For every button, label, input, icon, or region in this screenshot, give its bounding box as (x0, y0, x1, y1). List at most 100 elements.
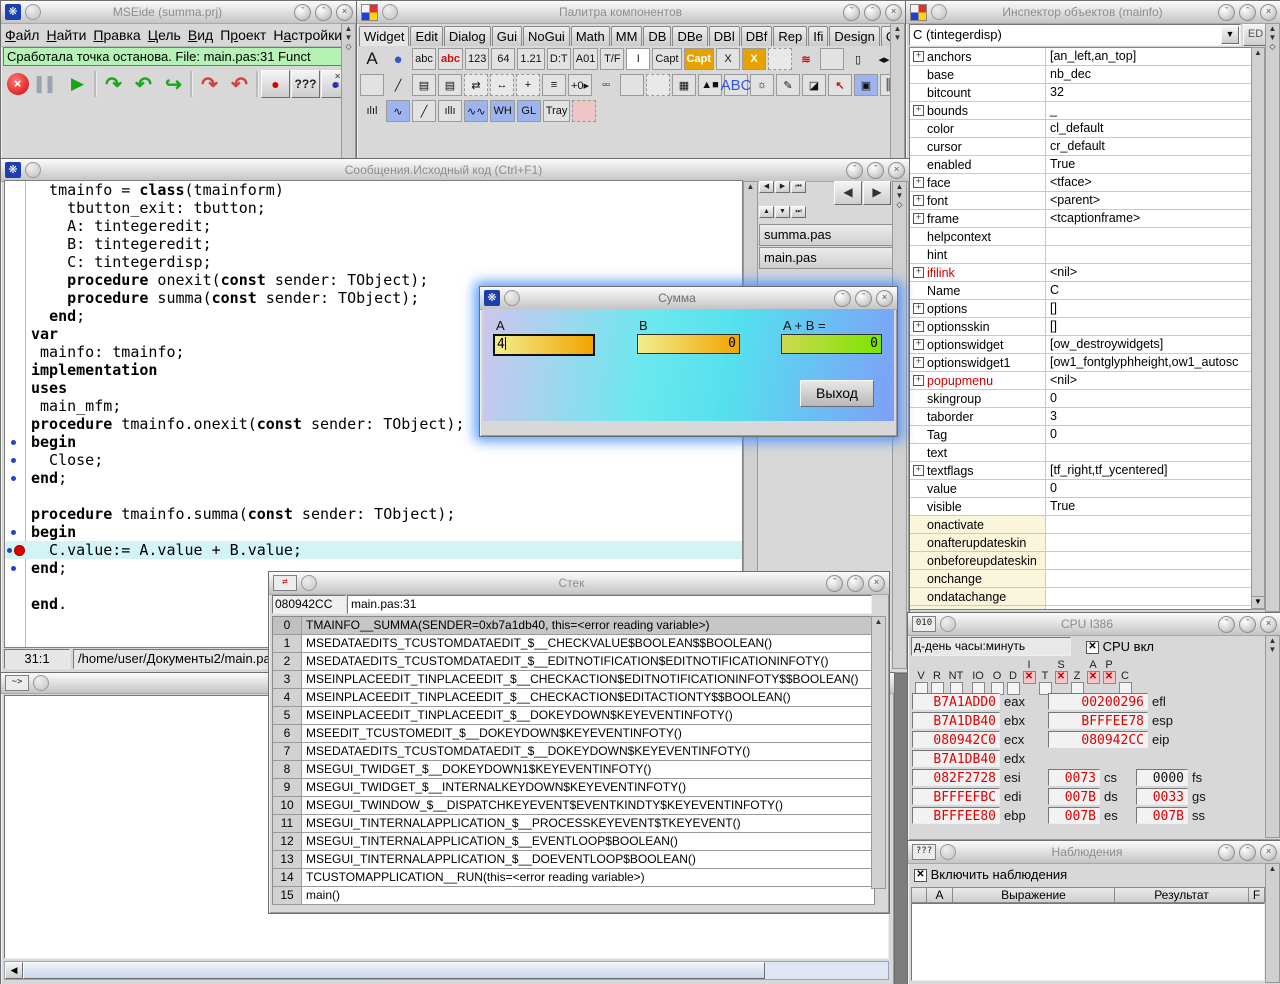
property-value[interactable] (1046, 552, 1264, 569)
minimize-icon[interactable]: ˇ (846, 162, 863, 179)
property-row[interactable]: bitcount32 (910, 84, 1264, 102)
expand-icon[interactable]: + (913, 51, 924, 62)
property-row[interactable]: onchange (910, 570, 1264, 588)
stop-button[interactable]: × (3, 70, 32, 98)
scroll-left-icon[interactable]: ◀ (5, 962, 23, 979)
expand-icon[interactable]: + (913, 303, 924, 314)
run-to-cursor-button[interactable]: ↷ (195, 70, 224, 98)
label-widget-icon[interactable]: A (360, 48, 384, 70)
field-b-input[interactable]: 0 (637, 334, 740, 354)
property-value[interactable] (1046, 228, 1264, 245)
code-line[interactable]: B: tintegeredit; (5, 235, 742, 253)
tab-next-icon[interactable]: ▶ (775, 181, 790, 193)
property-value[interactable]: nb_dec (1046, 66, 1264, 83)
minimize-icon[interactable]: ˇ (1218, 844, 1235, 861)
tab-first-icon[interactable]: ⏮ (791, 181, 806, 193)
stack-frame-row[interactable]: 6MSEEDIT_TCUSTOMEDIT_$__DOKEYDOWN$KEYEVE… (273, 725, 874, 743)
form-widget-icon[interactable] (572, 100, 596, 122)
maximize-icon[interactable]: ˆ (864, 4, 881, 21)
window-menu-button[interactable] (382, 4, 398, 20)
stack-frame-row[interactable]: 3MSEINPLACEEDIT_TINPLACEEDIT_$__CHECKACT… (273, 671, 874, 689)
close-icon[interactable]: × (1260, 4, 1277, 21)
richedit-widget-icon[interactable]: abc (438, 48, 463, 70)
property-value[interactable]: 0 (1046, 426, 1264, 443)
pause-button[interactable]: ▌▌ (33, 70, 62, 98)
property-row[interactable]: +popupmenu<nil> (910, 372, 1264, 390)
stack-titlebar[interactable]: ⇄ Стек ˇ ˆ × (269, 572, 889, 595)
menu-item-вид[interactable]: Вид (188, 26, 220, 44)
opengl-widget-icon[interactable]: GL (517, 100, 541, 122)
maximize-icon[interactable]: ˆ (855, 290, 872, 307)
ellipse-widget-icon[interactable]: ● (386, 48, 410, 70)
palette-tab-nogui[interactable]: NoGui (523, 26, 570, 46)
property-value[interactable]: True (1046, 156, 1264, 173)
cpu-scroll-strip[interactable]: ▲▼ (1265, 635, 1280, 838)
tray-widget-icon[interactable]: Tray (543, 100, 571, 122)
paintbox-widget-icon[interactable]: ✎ (776, 74, 800, 96)
stack-frame-row[interactable]: 14TCUSTOMAPPLICATION__RUN(this=<error re… (273, 869, 874, 887)
palette-tab-widget[interactable]: Widget (359, 26, 409, 46)
watches-table-body[interactable] (911, 903, 1265, 981)
groupbox-widget-icon[interactable] (620, 74, 644, 96)
menu-item-проект[interactable]: Проект (220, 26, 273, 44)
minimize-icon[interactable]: ˇ (843, 4, 860, 21)
code-line[interactable]: tbutton_exit: tbutton; (5, 199, 742, 217)
property-row[interactable]: Tag0 (910, 426, 1264, 444)
property-value[interactable]: <tcaptionframe> (1046, 210, 1264, 227)
console-hscrollbar[interactable]: ◀ (4, 961, 889, 980)
toggle-breakpoint-button[interactable]: ● (261, 70, 290, 98)
menu-item-настройки[interactable]: Настройки (273, 26, 349, 44)
property-row[interactable]: basenb_dec (910, 66, 1264, 84)
file-tab-main.pas[interactable]: main.pas (759, 247, 901, 269)
component-selector-combo[interactable]: C (tintegerdisp) ▼ (909, 24, 1241, 46)
property-value[interactable]: <tface> (1046, 174, 1264, 191)
code-line[interactable]: procedure tmainfo.summa(const sender: TO… (5, 505, 742, 523)
code-line[interactable] (5, 487, 742, 505)
linechart-widget-icon[interactable]: ╱ (412, 100, 436, 122)
property-value[interactable]: cr_default (1046, 138, 1264, 155)
stringedit-widget-icon[interactable]: A01 (573, 48, 599, 70)
watches-enable-checkbox[interactable]: ✕ (914, 869, 927, 882)
forward-button[interactable]: ▶ (863, 181, 891, 205)
scroll-down-icon[interactable]: ▼ (1251, 596, 1265, 609)
property-row[interactable]: +optionsskin[] (910, 318, 1264, 336)
palette-tab-edit[interactable]: Edit (410, 26, 442, 46)
minimize-icon[interactable]: ˇ (294, 4, 311, 21)
code-line[interactable]: tmainfo = class(tmainform) (5, 181, 742, 199)
booleanedit-widget-icon[interactable]: T/F (600, 48, 624, 70)
expand-icon[interactable]: + (913, 177, 924, 188)
property-row[interactable]: text (910, 444, 1264, 462)
stack-frame-row[interactable]: 4MSEINPLACEEDIT_TINPLACEEDIT_$__CHECKACT… (273, 689, 874, 707)
window-menu-button[interactable] (931, 4, 947, 20)
property-value[interactable]: [an_left,an_top] (1046, 48, 1264, 65)
exit-button[interactable]: Выход (800, 380, 874, 407)
property-row[interactable]: +optionswidget1[ow1_fontglyphheight,ow1_… (910, 354, 1264, 372)
expand-icon[interactable]: + (913, 213, 924, 224)
property-value[interactable]: <parent> (1046, 192, 1264, 209)
close-icon[interactable]: × (336, 4, 353, 21)
close-icon[interactable]: × (1260, 844, 1277, 861)
stack-frame-row[interactable]: 1MSEDATAEDITS_TCUSTOMDATAEDIT_$__CHECKVA… (273, 635, 874, 653)
property-row[interactable]: onactivate (910, 516, 1264, 534)
property-row[interactable]: +anchors[an_left,an_top] (910, 48, 1264, 66)
close-icon[interactable]: × (868, 575, 885, 592)
palette-tab-db[interactable]: DB (643, 26, 671, 46)
stack-frame-row[interactable]: 10MSEGUI_TWINDOW_$__DISPATCHKEYEVENT$EVE… (273, 797, 874, 815)
property-value[interactable]: <nil> (1046, 264, 1264, 281)
cpu-time-field[interactable]: д-день часы:минуть (911, 637, 1071, 656)
chartgrid-widget-icon[interactable]: ∿ (386, 100, 410, 122)
property-row[interactable]: ondeactivate (910, 606, 1264, 610)
watches-titlebar[interactable]: ??? Наблюдения ˇ ˆ × (908, 841, 1280, 864)
spline-widget-icon[interactable]: ≋ (794, 48, 818, 70)
menu-item-правка[interactable]: Правка (93, 26, 147, 44)
reverse-run-button[interactable]: ↶ (225, 70, 254, 98)
mseide-titlebar[interactable]: ❋ MSEide (summa.prj) ˇ ˆ × (1, 1, 357, 24)
spacer-center-widget-icon[interactable]: ↔ (490, 74, 514, 96)
palette-tab-rep[interactable]: Rep (773, 26, 807, 46)
image-widget-icon[interactable]: ▣ (854, 74, 878, 96)
palette-tab-dbf[interactable]: DBf (741, 26, 773, 46)
property-value[interactable]: 0 (1046, 390, 1264, 407)
widthheight-widget-icon[interactable]: WH (490, 100, 514, 122)
code-line[interactable]: Close; (5, 451, 742, 469)
property-row[interactable]: onafterupdateskin (910, 534, 1264, 552)
